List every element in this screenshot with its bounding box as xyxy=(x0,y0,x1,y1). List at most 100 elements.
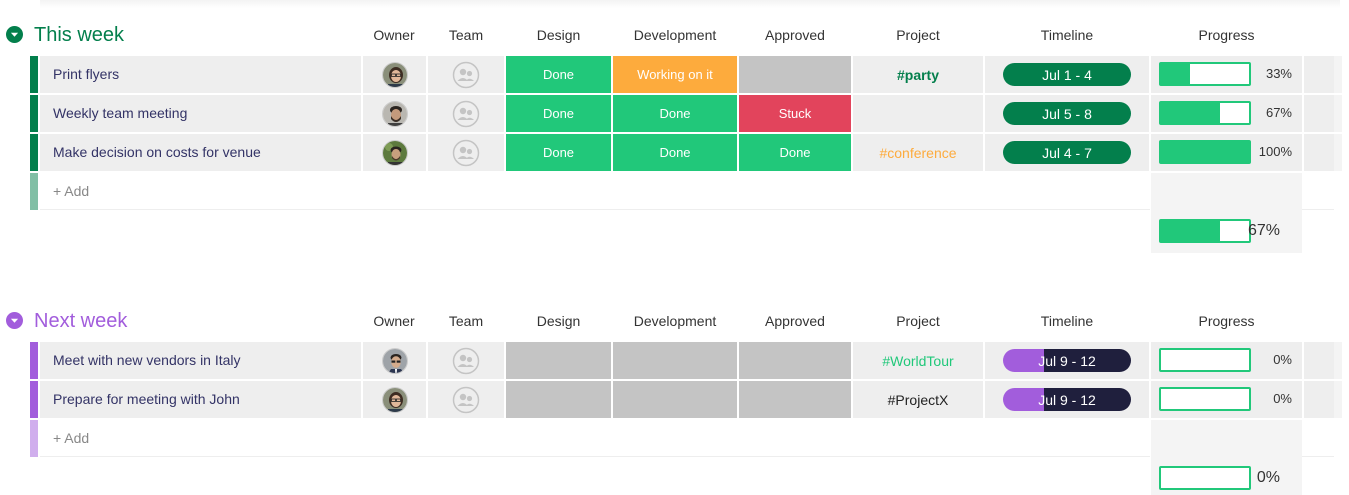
item-name[interactable]: Make decision on costs for venue xyxy=(53,144,261,161)
add-item-cell[interactable]: + Add xyxy=(40,420,1150,457)
empty-cell xyxy=(1304,381,1334,418)
development-status[interactable]: Done xyxy=(613,95,737,132)
man-suit-avatar[interactable] xyxy=(381,347,408,374)
item-name[interactable]: Print flyers xyxy=(53,66,119,83)
table-row[interactable]: Print flyers Done Working on it #party J… xyxy=(30,56,1342,93)
project-tag[interactable]: #ProjectX xyxy=(853,381,983,418)
timeline-pill[interactable]: Jul 5 - 8 xyxy=(1003,102,1131,125)
column-header-owner[interactable]: Owner xyxy=(364,313,424,329)
owner-cell[interactable] xyxy=(363,134,426,171)
add-item-button[interactable]: + Add xyxy=(53,183,89,199)
man-beard-avatar[interactable] xyxy=(381,100,408,127)
column-header-team[interactable]: Team xyxy=(428,27,504,43)
design-status[interactable]: Done xyxy=(506,95,611,132)
team-placeholder-icon xyxy=(452,386,480,413)
project-tag[interactable] xyxy=(853,95,983,132)
project-tag[interactable]: #WorldTour xyxy=(853,342,983,379)
timeline-range: Jul 4 - 7 xyxy=(1042,144,1092,161)
column-header-team[interactable]: Team xyxy=(428,313,504,329)
column-header-development[interactable]: Development xyxy=(613,313,737,329)
group-progress-summary: 0% xyxy=(1151,457,1302,495)
column-header-owner[interactable]: Owner xyxy=(364,27,424,43)
timeline-pill[interactable]: Jul 9 - 12 xyxy=(1003,349,1131,372)
development-status[interactable] xyxy=(613,342,737,379)
item-name[interactable]: Meet with new vendors in Italy xyxy=(53,352,241,369)
team-cell[interactable] xyxy=(428,381,504,418)
column-header-approved[interactable]: Approved xyxy=(739,313,851,329)
timeline-cell[interactable]: Jul 4 - 7 xyxy=(985,134,1149,171)
approved-status[interactable] xyxy=(739,56,851,93)
team-cell[interactable] xyxy=(428,134,504,171)
owner-cell[interactable] xyxy=(363,381,426,418)
table-row[interactable]: Weekly team meeting Done Done Stuck Jul … xyxy=(30,95,1342,132)
progress-bar xyxy=(1159,62,1251,86)
progress-cell: 33% xyxy=(1151,56,1302,93)
team-cell[interactable] xyxy=(428,56,504,93)
progress-bar xyxy=(1159,387,1251,411)
project-tag[interactable]: #party xyxy=(853,56,983,93)
design-status[interactable] xyxy=(506,381,611,418)
timeline-cell[interactable]: Jul 9 - 12 xyxy=(985,381,1149,418)
column-header-design[interactable]: Design xyxy=(506,313,611,329)
item-name[interactable]: Weekly team meeting xyxy=(53,105,187,122)
table-row[interactable]: Make decision on costs for venue Done Do… xyxy=(30,134,1342,171)
table-row[interactable]: Prepare for meeting with John #ProjectX … xyxy=(30,381,1342,418)
column-header-timeline[interactable]: Timeline xyxy=(985,27,1149,43)
add-item-row[interactable]: + Add xyxy=(30,420,1342,457)
column-header-progress[interactable]: Progress xyxy=(1151,313,1302,329)
column-header-progress[interactable]: Progress xyxy=(1151,27,1302,43)
column-header-approved[interactable]: Approved xyxy=(739,27,851,43)
row-end xyxy=(1334,56,1342,93)
approved-status[interactable]: Done xyxy=(739,134,851,171)
team-cell[interactable] xyxy=(428,95,504,132)
timeline-cell[interactable]: Jul 9 - 12 xyxy=(985,342,1149,379)
timeline-cell[interactable]: Jul 5 - 8 xyxy=(985,95,1149,132)
empty-cell xyxy=(1302,173,1334,210)
development-status[interactable]: Done xyxy=(613,134,737,171)
item-name-cell[interactable]: Weekly team meeting xyxy=(40,95,361,132)
column-header-design[interactable]: Design xyxy=(506,27,611,43)
empty-cell xyxy=(1304,342,1334,379)
owner-cell[interactable] xyxy=(363,56,426,93)
item-name[interactable]: Prepare for meeting with John xyxy=(53,391,240,408)
timeline-pill[interactable]: Jul 1 - 4 xyxy=(1003,63,1131,86)
group-title[interactable]: Next week xyxy=(34,308,127,334)
item-name-cell[interactable]: Print flyers xyxy=(40,56,361,93)
approved-status[interactable] xyxy=(739,342,851,379)
item-name-cell[interactable]: Prepare for meeting with John xyxy=(40,381,361,418)
project-tag[interactable]: #conference xyxy=(853,134,983,171)
row-end xyxy=(1334,95,1342,132)
design-status[interactable] xyxy=(506,342,611,379)
team-cell[interactable] xyxy=(428,342,504,379)
collapse-group-button[interactable] xyxy=(6,26,23,43)
development-status[interactable]: Working on it xyxy=(613,56,737,93)
item-name-cell[interactable]: Meet with new vendors in Italy xyxy=(40,342,361,379)
owner-cell[interactable] xyxy=(363,342,426,379)
timeline-pill[interactable]: Jul 4 - 7 xyxy=(1003,141,1131,164)
item-name-cell[interactable]: Make decision on costs for venue xyxy=(40,134,361,171)
column-header-project[interactable]: Project xyxy=(853,27,983,43)
add-item-cell[interactable]: + Add xyxy=(40,173,1150,210)
column-header-development[interactable]: Development xyxy=(613,27,737,43)
table-row[interactable]: Meet with new vendors in Italy #WorldTou… xyxy=(30,342,1342,379)
add-item-button[interactable]: + Add xyxy=(53,430,89,446)
column-header-project[interactable]: Project xyxy=(853,313,983,329)
owner-cell[interactable] xyxy=(363,95,426,132)
woman-glasses-avatar[interactable] xyxy=(381,386,408,413)
timeline-pill[interactable]: Jul 9 - 12 xyxy=(1003,388,1131,411)
add-item-row[interactable]: + Add xyxy=(30,173,1342,210)
approved-status[interactable] xyxy=(739,381,851,418)
design-status[interactable]: Done xyxy=(506,56,611,93)
progress-percent: 33% xyxy=(1265,66,1292,81)
group-title[interactable]: This week xyxy=(34,22,124,48)
column-header-timeline[interactable]: Timeline xyxy=(985,313,1149,329)
timeline-range: Jul 5 - 8 xyxy=(1042,105,1092,122)
group-header: This week Owner Team Design Development … xyxy=(0,17,1349,53)
woman-glasses-avatar[interactable] xyxy=(381,61,408,88)
development-status[interactable] xyxy=(613,381,737,418)
collapse-group-button[interactable] xyxy=(6,312,23,329)
design-status[interactable]: Done xyxy=(506,134,611,171)
approved-status[interactable]: Stuck xyxy=(739,95,851,132)
timeline-cell[interactable]: Jul 1 - 4 xyxy=(985,56,1149,93)
man-outdoor-avatar[interactable] xyxy=(381,139,408,166)
